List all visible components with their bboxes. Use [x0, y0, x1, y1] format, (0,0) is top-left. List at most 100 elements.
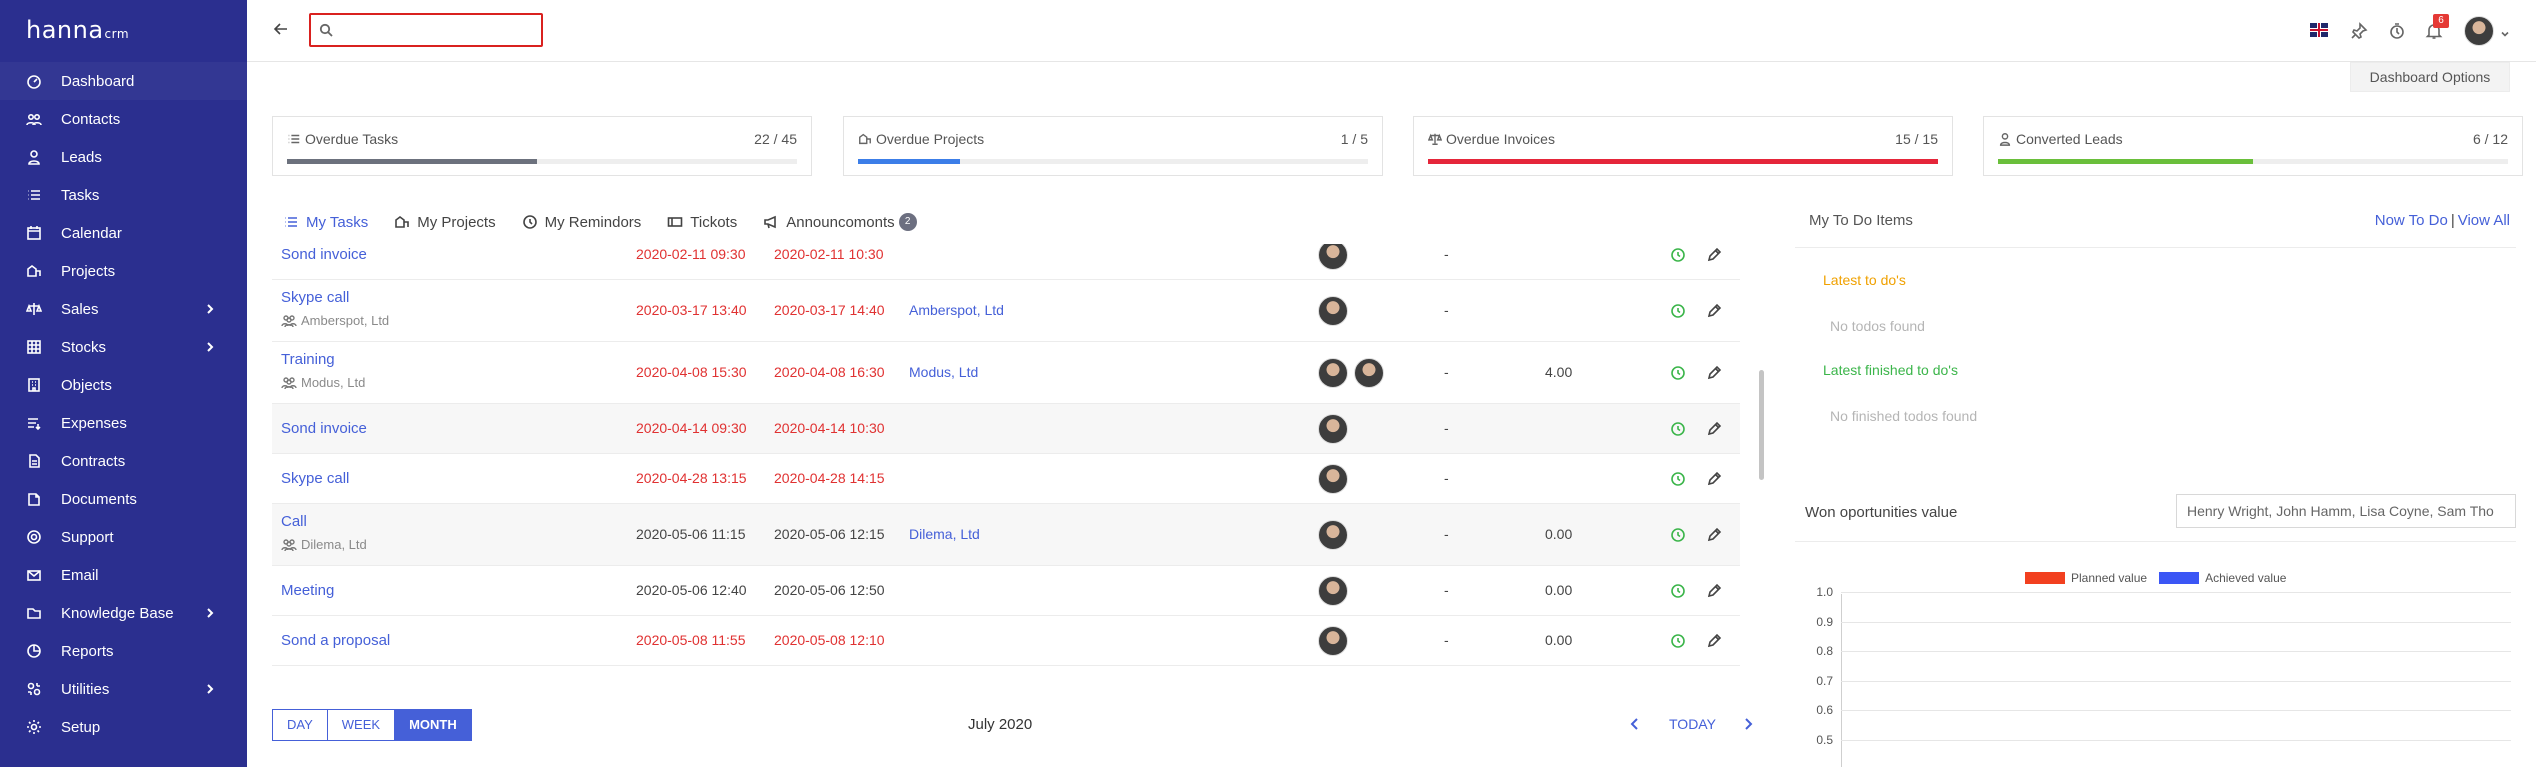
task-status: -	[1444, 632, 1449, 648]
sidebar-item-reports[interactable]: Reports	[0, 632, 247, 670]
task-name-link[interactable]: Skype call	[281, 470, 349, 487]
sidebar-item-sales[interactable]: Sales	[0, 290, 247, 328]
timer-icon[interactable]	[2388, 22, 2406, 40]
timer-icon[interactable]	[1670, 365, 1686, 381]
table-row[interactable]: Call Dilema, Ltd 2020-05-06 11:15 2020-05-0…	[272, 504, 1740, 566]
sidebar-item-documents[interactable]: Documents	[0, 480, 247, 518]
view-all-todos-link[interactable]: Viow All	[2458, 212, 2510, 229]
legend-item[interactable]: Achieved value	[2159, 571, 2286, 585]
timer-icon[interactable]	[1670, 421, 1686, 437]
edit-icon[interactable]	[1706, 471, 1722, 487]
sidebar-item-leads[interactable]: Leads	[0, 138, 247, 176]
task-due-date: 2020-05-06 12:50	[774, 582, 885, 598]
back-arrow-icon[interactable]	[272, 20, 292, 38]
edit-icon[interactable]	[1706, 365, 1722, 381]
table-row[interactable]: Sond invoice 2020-02-11 09:30 2020-02-11 1…	[272, 244, 1740, 280]
task-due-date: 2020-04-14 10:30	[774, 420, 885, 436]
sidebar-item-setup[interactable]: Setup	[0, 708, 247, 746]
assignee-avatar[interactable]	[1318, 296, 1348, 326]
pin-icon[interactable]	[2350, 22, 2368, 40]
timer-icon[interactable]	[1670, 471, 1686, 487]
assignee-avatar[interactable]	[1318, 358, 1348, 388]
app-logo[interactable]: hannacrm	[26, 16, 129, 44]
stat-card-overdue-tasks[interactable]: Overdue Tasks 22 / 45	[272, 116, 812, 176]
calendar-today-button[interactable]: TODAY	[1669, 716, 1716, 732]
legend-item[interactable]: Planned value	[2025, 571, 2147, 585]
sidebar-item-contacts[interactable]: Contacts	[0, 100, 247, 138]
view-week-button[interactable]: WEEK	[326, 709, 396, 741]
timer-icon[interactable]	[1670, 633, 1686, 649]
chevron-right-icon[interactable]	[1740, 716, 1756, 732]
assignee-avatar[interactable]	[1318, 414, 1348, 444]
search-box[interactable]	[309, 13, 543, 47]
chart-gridline	[1841, 680, 2511, 682]
user-avatar[interactable]	[2464, 16, 2494, 46]
edit-icon[interactable]	[1706, 527, 1722, 543]
tab-my-projects[interactable]: My Projects	[394, 214, 496, 231]
sidebar-item-calendar[interactable]: Calendar	[0, 214, 247, 252]
stat-card-overdue-projects[interactable]: Overdue Projects 1 / 5	[843, 116, 1383, 176]
assignee-avatar[interactable]	[1318, 244, 1348, 270]
sidebar-item-dashboard[interactable]: Dashboard	[0, 62, 247, 100]
table-row[interactable]: Skype call Amberspot, Ltd 2020-03-17 13:40…	[272, 280, 1740, 342]
edit-icon[interactable]	[1706, 583, 1722, 599]
table-row[interactable]: Meeting 2020-05-06 12:40 2020-05-06 12:50 -…	[272, 566, 1740, 616]
task-name-link[interactable]: Skype call	[281, 289, 349, 306]
task-name-link[interactable]: Call	[281, 513, 307, 530]
task-company-text: Amberspot, Ltd	[301, 313, 390, 328]
sidebar-item-tasks[interactable]: Tasks	[0, 176, 247, 214]
task-related-link[interactable]: Amberspot, Ltd	[909, 302, 1004, 318]
chevron-left-icon[interactable]	[1627, 716, 1643, 732]
dashboard-options-button[interactable]: Dashboard Options	[2350, 62, 2510, 92]
table-row[interactable]: Sond a proposal 2020-05-08 11:55 2020-05-0…	[272, 616, 1740, 666]
edit-icon[interactable]	[1706, 633, 1722, 649]
timer-icon[interactable]	[1670, 247, 1686, 263]
sidebar-item-knowledge-base[interactable]: Knowledge Base	[0, 594, 247, 632]
task-name-link[interactable]: Sond invoice	[281, 420, 367, 437]
assignee-avatar[interactable]	[1318, 464, 1348, 494]
task-related-link[interactable]: Modus, Ltd	[909, 364, 978, 380]
uk-flag-icon[interactable]	[2310, 23, 2328, 37]
sidebar-item-support[interactable]: Support	[0, 518, 247, 556]
sidebar-item-projects[interactable]: Projects	[0, 252, 247, 290]
assignee-avatar[interactable]	[1318, 520, 1348, 550]
search-input[interactable]	[311, 15, 541, 45]
new-todo-link[interactable]: Now To Do	[2375, 212, 2448, 229]
sidebar-item-utilities[interactable]: Utilities	[0, 670, 247, 708]
task-name-link[interactable]: Sond invoice	[281, 246, 367, 263]
task-name-link[interactable]: Sond a proposal	[281, 632, 390, 649]
task-name-link[interactable]: Meeting	[281, 582, 334, 599]
sidebar-item-expenses[interactable]: Expenses	[0, 404, 247, 442]
task-name-link[interactable]: Training	[281, 351, 335, 368]
table-row[interactable]: Skype call 2020-04-28 13:15 2020-04-28 14:…	[272, 454, 1740, 504]
edit-icon[interactable]	[1706, 247, 1722, 263]
stat-card-converted-leads[interactable]: Converted Leads 6 / 12	[1983, 116, 2523, 176]
sidebar-item-objects[interactable]: Objects	[0, 366, 247, 404]
timer-icon[interactable]	[1670, 583, 1686, 599]
edit-icon[interactable]	[1706, 421, 1722, 437]
table-row[interactable]: Sond invoice 2020-04-14 09:30 2020-04-14 1…	[272, 404, 1740, 454]
view-month-button[interactable]: MONTH	[394, 709, 472, 741]
tasks-scrollbar[interactable]	[1759, 370, 1764, 480]
assignee-avatar[interactable]	[1318, 626, 1348, 656]
sidebar-item-contracts[interactable]: Contracts	[0, 442, 247, 480]
sidebar-item-email[interactable]: Email	[0, 556, 247, 594]
tab-my-remindors[interactable]: My Remindors	[522, 214, 641, 231]
timer-icon[interactable]	[1670, 303, 1686, 319]
assignee-avatar[interactable]	[1318, 576, 1348, 606]
edit-icon[interactable]	[1706, 303, 1722, 319]
task-related-link[interactable]: Dilema, Ltd	[909, 526, 980, 542]
sidebar-item-stocks[interactable]: Stocks	[0, 328, 247, 366]
staff-filter-select[interactable]: Henry Wright, John Hamm, Lisa Coyne, Sam…	[2176, 494, 2516, 528]
tab-announcomonts[interactable]: Announcomonts 2	[763, 213, 917, 231]
timer-icon[interactable]	[1670, 527, 1686, 543]
tab-tickots[interactable]: Tickots	[667, 214, 737, 231]
tab-my-tasks[interactable]: My Tasks	[283, 214, 368, 231]
table-row[interactable]: Training Modus, Ltd 2020-04-08 15:30 2020-0…	[272, 342, 1740, 404]
task-start-date: 2020-04-08 15:30	[636, 364, 747, 380]
chart-gridline	[1841, 592, 2511, 593]
stat-card-overdue-invoices[interactable]: Overdue Invoices 15 / 15	[1413, 116, 1953, 176]
assignee-avatar[interactable]	[1354, 358, 1384, 388]
chevron-down-icon[interactable]	[2500, 26, 2510, 37]
view-day-button[interactable]: DAY	[272, 709, 328, 741]
